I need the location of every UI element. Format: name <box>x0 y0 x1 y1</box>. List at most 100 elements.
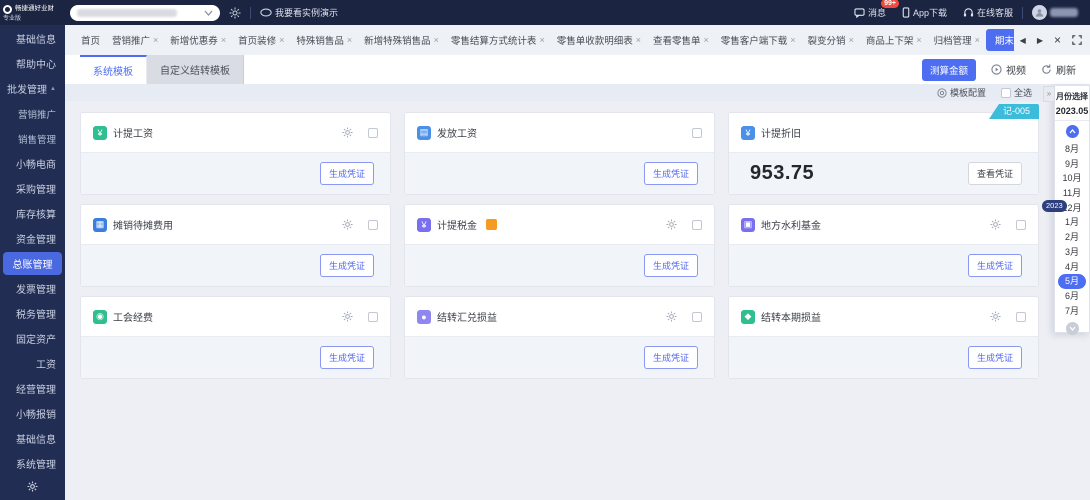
sidebar-item[interactable]: 资金管理 <box>0 226 65 251</box>
sidebar-item[interactable]: 固定资产 <box>0 326 65 351</box>
video-button[interactable]: 视频 <box>991 62 1026 77</box>
card-checkbox[interactable] <box>368 312 378 322</box>
close-tab-icon[interactable]: × <box>704 35 709 45</box>
month-option[interactable]: 3月 <box>1055 245 1089 260</box>
month-option[interactable]: 8月 <box>1055 142 1089 157</box>
select-all-toggle[interactable]: 全选 <box>1001 86 1032 99</box>
tab-item[interactable]: 期末结转× <box>986 29 1014 51</box>
month-option[interactable]: 6月 <box>1055 289 1089 304</box>
close-tab-icon[interactable]: × <box>279 35 284 45</box>
close-tab-icon[interactable]: × <box>153 35 158 45</box>
card-checkbox[interactable] <box>692 220 702 230</box>
sidebar-item[interactable]: 系统管理 <box>0 451 65 476</box>
month-option[interactable]: 9月 <box>1055 157 1089 172</box>
generate-voucher-button[interactable]: 生成凭证 <box>320 162 374 185</box>
card-settings-button[interactable] <box>342 219 353 230</box>
generate-voucher-button[interactable]: 生成凭证 <box>644 162 698 185</box>
tab-item[interactable]: 归档管理× <box>928 30 986 50</box>
tab-item[interactable]: 零售结算方式统计表× <box>445 30 551 50</box>
calculate-amount-button[interactable]: 测算金额 <box>922 59 976 81</box>
scroll-tabs-right-icon[interactable]: ▶ <box>1037 36 1043 45</box>
sidebar-item[interactable]: 批发管理▲ <box>0 76 65 101</box>
tab-item[interactable]: 零售单收款明细表× <box>551 30 647 50</box>
sidebar-item[interactable]: 工资 <box>0 351 65 376</box>
tab-item[interactable]: 裂变分销× <box>802 30 860 50</box>
generate-voucher-button[interactable]: 生成凭证 <box>320 346 374 369</box>
close-tab-icon[interactable]: × <box>975 35 980 45</box>
tab-item[interactable]: 首页 <box>75 30 106 50</box>
tab-item[interactable]: 商品上下架× <box>860 30 928 50</box>
month-option[interactable]: 2月 <box>1055 230 1089 245</box>
close-tab-icon[interactable]: × <box>347 35 352 45</box>
card-checkbox[interactable] <box>368 128 378 138</box>
select-all-checkbox[interactable] <box>1001 88 1011 98</box>
sidebar-item[interactable]: 销售管理 <box>0 126 65 151</box>
fullscreen-icon[interactable] <box>1072 35 1082 45</box>
close-all-tabs-icon[interactable]: × <box>1054 33 1061 47</box>
tab-item[interactable]: 新增特殊销售品× <box>358 30 445 50</box>
generate-voucher-button[interactable]: 生成凭证 <box>644 254 698 277</box>
sidebar-item[interactable]: 基础信息 <box>0 26 65 51</box>
card-settings-button[interactable] <box>990 311 1001 322</box>
collapse-panel-button[interactable]: » <box>1043 86 1055 102</box>
scroll-months-down-button[interactable] <box>1066 322 1079 335</box>
generate-voucher-button[interactable]: 生成凭证 <box>968 254 1022 277</box>
tab-item[interactable]: 首页装修× <box>232 30 290 50</box>
month-option[interactable]: 1月 <box>1055 215 1089 230</box>
tab-item[interactable]: 特殊销售品× <box>290 30 358 50</box>
card-checkbox[interactable] <box>692 312 702 322</box>
template-subtab[interactable]: 系统模板 <box>80 55 147 84</box>
close-tab-icon[interactable]: × <box>849 35 854 45</box>
messages-button[interactable]: 消息 99+ <box>854 6 886 19</box>
scroll-months-up-button[interactable] <box>1066 125 1079 138</box>
card-settings-button[interactable] <box>990 219 1001 230</box>
generate-voucher-button[interactable]: 生成凭证 <box>320 254 374 277</box>
user-account[interactable] <box>1032 5 1078 20</box>
settings-gear-icon[interactable] <box>229 7 241 19</box>
view-voucher-button[interactable]: 查看凭证 <box>968 162 1022 185</box>
sidebar-item[interactable]: 小畅报销 <box>0 401 65 426</box>
card-settings-button[interactable] <box>342 311 353 322</box>
search-input[interactable] <box>70 5 220 21</box>
card-checkbox[interactable] <box>1016 312 1026 322</box>
close-tab-icon[interactable]: × <box>539 35 544 45</box>
tab-item[interactable]: 零售客户端下载× <box>715 30 802 50</box>
demo-link[interactable]: 我要看实例演示 <box>260 6 338 19</box>
month-option[interactable]: 7月 <box>1055 304 1089 319</box>
template-subtab[interactable]: 自定义结转模板 <box>147 55 244 84</box>
sidebar-item[interactable]: 库存核算 <box>0 201 65 226</box>
card-checkbox[interactable] <box>1016 220 1026 230</box>
sidebar-item[interactable]: 采购管理 <box>0 176 65 201</box>
sidebar-item[interactable]: 发票管理 <box>0 276 65 301</box>
month-option[interactable]: 10月 <box>1055 171 1089 186</box>
sidebar-item[interactable]: 经营管理 <box>0 376 65 401</box>
refresh-button[interactable]: 刷新 <box>1041 62 1076 77</box>
close-tab-icon[interactable]: × <box>434 35 439 45</box>
close-tab-icon[interactable]: × <box>221 35 226 45</box>
template-config-button[interactable]: 模板配置 <box>937 86 986 99</box>
card-settings-button[interactable] <box>342 127 353 138</box>
sidebar-item[interactable]: 税务管理 <box>0 301 65 326</box>
sidebar-settings-button[interactable] <box>0 479 65 497</box>
card-checkbox[interactable] <box>692 128 702 138</box>
close-tab-icon[interactable]: × <box>790 35 795 45</box>
tab-item[interactable]: 查看零售单× <box>647 30 715 50</box>
sidebar-item[interactable]: 营销推广 <box>0 101 65 126</box>
chevron-down-icon[interactable] <box>204 10 213 16</box>
card-checkbox[interactable] <box>368 220 378 230</box>
scroll-tabs-left-icon[interactable]: ◀ <box>1020 36 1026 45</box>
sidebar-item[interactable]: 基础信息 <box>0 426 65 451</box>
tab-item[interactable]: 营销推广× <box>106 30 164 50</box>
tab-item[interactable]: 新增优惠券× <box>164 30 232 50</box>
card-settings-button[interactable] <box>666 219 677 230</box>
online-support-button[interactable]: 在线客服 <box>963 6 1013 19</box>
card-settings-button[interactable] <box>666 311 677 322</box>
sidebar-item[interactable]: 总账管理 <box>3 252 62 275</box>
sidebar-item[interactable]: 帮助中心 <box>0 51 65 76</box>
generate-voucher-button[interactable]: 生成凭证 <box>644 346 698 369</box>
month-option[interactable]: 11月 <box>1055 186 1089 201</box>
close-tab-icon[interactable]: × <box>916 35 921 45</box>
app-download-button[interactable]: App下载 <box>902 6 947 19</box>
close-tab-icon[interactable]: × <box>636 35 641 45</box>
sidebar-item[interactable]: 小畅电商 <box>0 151 65 176</box>
